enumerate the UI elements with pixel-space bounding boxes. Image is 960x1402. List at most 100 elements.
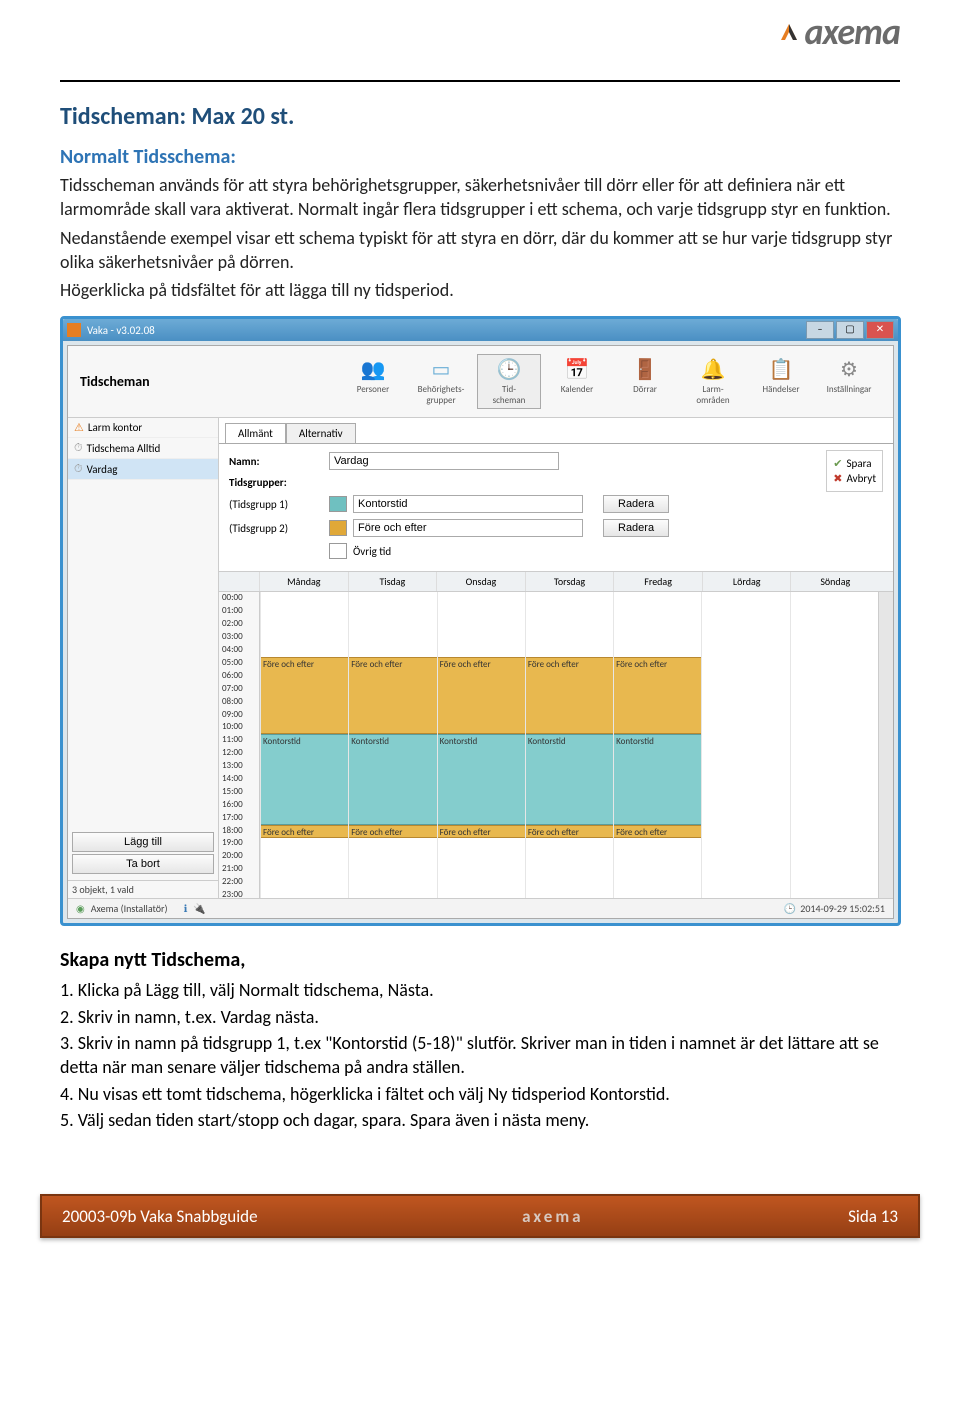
time-label: 09:00 [219,709,259,722]
day-col-thu[interactable]: Före och efter Kontorstid Före och efter [525,592,613,898]
name-input[interactable] [329,452,559,470]
paragraph-3: Högerklicka på tidsfältet för att lägga … [60,278,900,302]
clock-small-icon: 🕒 [784,902,796,915]
block-kontor-mon[interactable]: Kontorstid [261,734,348,824]
day-col-fri[interactable]: Före och efter Kontorstid Före och efter [613,592,701,898]
time-label: 18:00 [219,825,259,838]
time-label: 07:00 [219,683,259,696]
clock-small-icon: ⏱ [74,462,83,476]
add-button[interactable]: Lägg till [72,832,214,852]
block-fore-tue-pm[interactable]: Före och efter [349,825,436,838]
sidebar-item-vardag[interactable]: ⏱Vardag [68,459,218,480]
schedule-grid[interactable]: Måndag Tisdag Onsdag Torsdag Fredag Lörd… [219,571,893,898]
check-icon: ✔ [833,457,842,470]
block-kontor-wed[interactable]: Kontorstid [438,734,525,824]
status-user: Axema (Installatör) [91,902,168,915]
save-button[interactable]: ✔Spara [833,457,876,470]
tab-alternativ[interactable]: Alternativ [286,423,356,444]
brand-logo: axema [777,10,900,54]
day-col-tue[interactable]: Före och efter Kontorstid Före och efter [348,592,436,898]
schema-list: ⚠Larm kontor ⏱Tidschema Alltid ⏱Vardag [68,418,218,828]
group1-input[interactable] [353,495,583,513]
sidebar-status: 3 objekt, 1 vald [68,880,218,898]
time-label: 17:00 [219,812,259,825]
tab-allmant[interactable]: Allmänt [225,423,286,444]
nav-handelser[interactable]: 📋Händelser [749,354,813,409]
footer-logo: axema [522,1206,583,1227]
group1-label: (Tidsgrupp 1) [229,498,329,511]
nav-kalender[interactable]: 📅Kalender [545,354,609,409]
scroll-bar[interactable] [878,592,893,898]
page-footer: 20003-09b Vaka Snabbguide axema Sida 13 [40,1194,920,1238]
time-label: 20:00 [219,850,259,863]
group2-input[interactable] [353,519,583,537]
nav-larmomraden[interactable]: 🔔Larm- områden [681,354,745,409]
block-kontor-fri[interactable]: Kontorstid [614,734,701,824]
group2-delete-button[interactable]: Radera [603,519,669,537]
ovrig-color-swatch[interactable] [329,543,347,559]
cancel-button[interactable]: ✖Avbryt [833,472,876,485]
step-2: 2. Skriv in namn, t.ex. Vardag nästa. [60,1005,900,1029]
sidebar-item-tidschema-alltid[interactable]: ⏱Tidschema Alltid [68,438,218,459]
plug-icon[interactable]: 🔌 [193,902,205,915]
nav-personer[interactable]: 👥Personer [341,354,405,409]
block-fore-fri-pm[interactable]: Före och efter [614,825,701,838]
block-fore-wed-pm[interactable]: Före och efter [438,825,525,838]
day-header-tue: Tisdag [348,572,437,591]
block-fore-thu-am[interactable]: Före och efter [526,657,613,734]
time-label: 16:00 [219,799,259,812]
header-rule [60,80,900,82]
day-col-wed[interactable]: Före och efter Kontorstid Före och efter [437,592,525,898]
group2-label: (Tidsgrupp 2) [229,522,329,535]
block-fore-tue-am[interactable]: Före och efter [349,657,436,734]
alarm-small-icon: ⚠ [74,421,84,434]
group1-color-swatch[interactable] [329,496,347,512]
clock-icon: 🕒 [480,357,538,382]
people-icon: 👥 [344,357,402,382]
step-4: 4. Nu visas ett tomt tidschema, högerkli… [60,1082,900,1106]
time-label: 05:00 [219,657,259,670]
day-header-thu: Torsdag [525,572,614,591]
minimize-button[interactable]: – [806,321,834,339]
day-header-sun: Söndag [790,572,879,591]
block-kontor-tue[interactable]: Kontorstid [349,734,436,824]
remove-button[interactable]: Ta bort [72,854,214,874]
day-col-mon[interactable]: Före och efter Kontorstid Före och efter [260,592,348,898]
app-header: Tidscheman 👥Personer ▭Behörighets- grupp… [68,346,893,418]
group2-color-swatch[interactable] [329,520,347,536]
paragraph-2: Nedanstående exempel visar ett schema ty… [60,226,900,275]
list-icon: 📋 [752,357,810,382]
block-fore-thu-pm[interactable]: Före och efter [526,825,613,838]
nav-installningar[interactable]: ⚙Inställningar [817,354,881,409]
info-icon[interactable]: ℹ [184,902,188,915]
step-3: 3. Skriv in namn på tidsgrupp 1, t.ex "K… [60,1031,900,1080]
window-titlebar: Vaka - v3.02.08 – ▢ ✕ [63,319,898,341]
step-5: 5. Välj sedan tiden start/stopp och daga… [60,1108,900,1132]
door-icon: 🚪 [616,357,674,382]
app-header-title: Tidscheman [80,373,150,390]
maximize-button[interactable]: ▢ [836,321,864,339]
time-label: 22:00 [219,876,259,889]
block-fore-mon-pm[interactable]: Före och efter [261,825,348,838]
time-label: 13:00 [219,760,259,773]
block-fore-wed-am[interactable]: Före och efter [438,657,525,734]
step-1: 1. Klicka på Lägg till, välj Normalt tid… [60,978,900,1002]
block-fore-fri-am[interactable]: Före och efter [614,657,701,734]
nav-behorighetsgrupper[interactable]: ▭Behörighets- grupper [409,354,473,409]
nav-dorrar[interactable]: 🚪Dörrar [613,354,677,409]
gear-icon: ⚙ [820,357,878,382]
day-header-sat: Lördag [702,572,791,591]
time-label: 15:00 [219,786,259,799]
day-col-sun[interactable] [790,592,878,898]
paragraph-1: Tidsscheman används för att styra behöri… [60,173,900,222]
window-title: Vaka - v3.02.08 [87,324,155,337]
nav-tidscheman[interactable]: 🕒Tid- scheman [477,354,541,409]
day-header-mon: Måndag [259,572,348,591]
day-col-sat[interactable] [701,592,789,898]
id-card-icon: ▭ [412,357,470,382]
group1-delete-button[interactable]: Radera [603,495,669,513]
sidebar-item-larm-kontor[interactable]: ⚠Larm kontor [68,418,218,438]
block-kontor-thu[interactable]: Kontorstid [526,734,613,824]
close-button[interactable]: ✕ [866,321,894,339]
block-fore-mon-am[interactable]: Före och efter [261,657,348,734]
